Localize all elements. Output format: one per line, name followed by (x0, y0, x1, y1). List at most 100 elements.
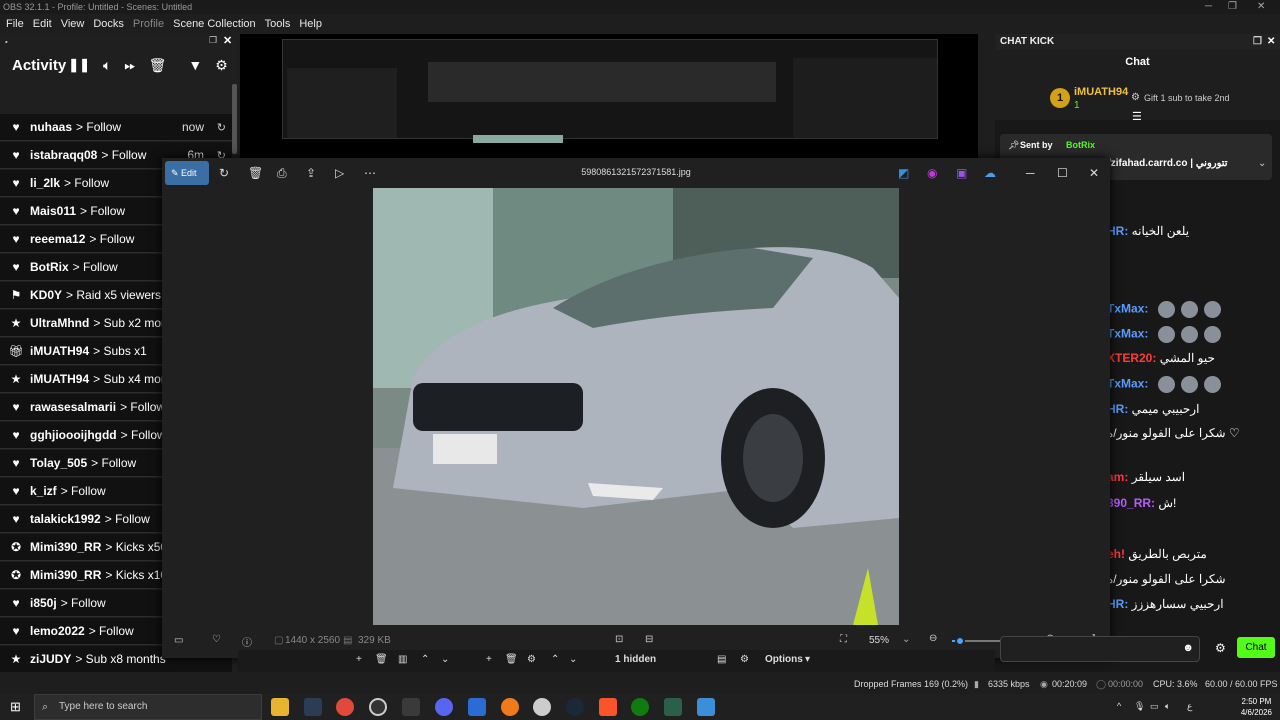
network-icon[interactable]: ▭ (1150, 701, 1159, 712)
chat-username[interactable]: TxMax: (1107, 302, 1148, 316)
filter-icon[interactable]: ▼ (188, 57, 202, 73)
chat-text: ارحبيبي ميمي (1131, 402, 1200, 416)
microphone-icon[interactable]: 🎙︎ (1134, 701, 1145, 712)
clipchamp-icon[interactable]: ▣ (956, 166, 967, 180)
copilot-icon[interactable]: ◉ (927, 166, 937, 180)
options-button[interactable]: Options (765, 654, 803, 665)
mixer-icon[interactable]: ▤ (717, 654, 726, 665)
gifter-name[interactable]: iMUATH94 (1074, 86, 1128, 98)
actual-size-icon[interactable]: ⊡ (615, 634, 623, 645)
replay-icon[interactable]: ↻ (217, 121, 226, 134)
down-icon[interactable]: ⌄ (441, 654, 449, 665)
tray-chevron-icon[interactable]: ^ (1117, 701, 1121, 711)
windows-start-icon[interactable]: ⊞ (10, 699, 21, 715)
chevron-down-icon[interactable]: ⌄ (1258, 158, 1266, 169)
maximize-icon[interactable]: ❐ (1228, 0, 1237, 14)
steam-icon[interactable] (566, 698, 584, 716)
chat-send-button[interactable]: Chat (1237, 637, 1275, 658)
close-icon[interactable]: ✕ (1257, 0, 1265, 14)
menu-scene-collection[interactable]: Scene Collection (173, 18, 256, 30)
chat-message: HR: ارحبيبي ميمي (1107, 402, 1199, 416)
close-dock-icon[interactable]: ✕ (1267, 34, 1275, 50)
menu-icon[interactable]: ☰ (1132, 110, 1142, 123)
trash-icon[interactable]: 🗑︎ (149, 57, 167, 74)
down-icon[interactable]: ⌄ (569, 654, 577, 665)
dock-grip-icon[interactable]: 𝅘 (5, 35, 8, 46)
menu-view[interactable]: View (61, 18, 85, 30)
car-photo[interactable] (373, 188, 899, 625)
visual-search-icon[interactable]: ⊟ (645, 634, 653, 645)
app-icon[interactable] (664, 698, 682, 716)
close-icon[interactable]: ✕ (1089, 166, 1099, 180)
fit-icon[interactable]: ⛶ (840, 634, 847, 645)
settings-icon[interactable]: ⚙︎ (740, 654, 749, 665)
emoji-icon[interactable]: ☻ (1182, 642, 1194, 654)
app-icon[interactable] (304, 698, 322, 716)
remove-icon[interactable]: 🗑︎ (375, 654, 388, 665)
menu-docks[interactable]: Docks (93, 18, 124, 30)
zoom-out-icon[interactable]: ⊖ (929, 633, 937, 644)
filter-icon[interactable]: ▥ (398, 654, 407, 665)
up-icon[interactable]: ⌃ (421, 654, 429, 665)
gear-icon[interactable]: ⚙︎ (527, 654, 536, 665)
add-icon[interactable]: + (486, 654, 492, 665)
menu-profile[interactable]: Profile (133, 18, 164, 30)
brave-icon[interactable] (599, 698, 617, 716)
skip-icon[interactable]: ⏩︎ (124, 57, 135, 74)
activity-item[interactable]: ♥ nuhaas > Follow now ↻ (0, 114, 232, 141)
taskbar-clock[interactable]: 2:50 PM 4/6/2026 (1241, 696, 1272, 718)
chat-settings-icon[interactable]: ⚙︎ (1215, 641, 1226, 655)
app-icon[interactable] (533, 698, 551, 716)
taskbar-search[interactable]: ⌕ Type here to search (34, 694, 262, 720)
chat-username[interactable]: HR: (1107, 402, 1128, 416)
gift-cta[interactable]: Gift 1 sub to take 2nd (1144, 93, 1230, 103)
photos-icon[interactable]: ◩ (898, 166, 909, 180)
gear-icon[interactable]: ⚙︎ (215, 57, 228, 74)
xbox-icon[interactable] (631, 698, 649, 716)
favorite-icon[interactable]: ♡ (212, 634, 221, 645)
minimize-icon[interactable]: ─ (1026, 166, 1035, 180)
float-icon[interactable]: ❐ (1253, 34, 1262, 50)
menu-help[interactable]: Help (299, 18, 322, 30)
obs-icon[interactable] (369, 698, 387, 716)
chat-username[interactable]: HR: (1107, 224, 1128, 238)
chat-username[interactable]: 390_RR: (1107, 496, 1155, 510)
chrome-icon[interactable] (336, 698, 354, 716)
photos-icon[interactable] (697, 698, 715, 716)
chevron-down-icon[interactable]: ⌄ (902, 634, 910, 645)
menu-tools[interactable]: Tools (265, 18, 291, 30)
chat-input[interactable]: ☻ (1000, 636, 1200, 662)
remove-icon[interactable]: 🗑︎ (505, 654, 518, 665)
chat-username[interactable]: am: (1107, 470, 1128, 484)
menu-edit[interactable]: Edit (33, 18, 52, 30)
add-icon[interactable]: + (356, 654, 362, 665)
float-icon[interactable]: ❐ (209, 35, 217, 46)
file-explorer-icon[interactable] (271, 698, 289, 716)
maximize-icon[interactable]: ☐ (1057, 166, 1068, 180)
minimize-icon[interactable]: ─ (1205, 0, 1212, 14)
onedrive-icon[interactable]: ☁︎ (984, 166, 996, 180)
heart-icon: ♥ (12, 596, 20, 610)
chat-username[interactable]: XTER20: (1107, 351, 1156, 365)
word-icon[interactable] (468, 698, 486, 716)
chat-username[interactable]: TxMax: (1107, 327, 1148, 341)
menu-file[interactable]: File (6, 18, 24, 30)
chevron-down-icon[interactable]: ▾ (805, 654, 810, 665)
chat-username[interactable]: TxMax: (1107, 377, 1148, 391)
info-icon[interactable]: ⓘ (242, 634, 252, 649)
up-icon[interactable]: ⌃ (551, 654, 559, 665)
scrollbar[interactable] (232, 84, 237, 154)
app-icon[interactable] (402, 698, 420, 716)
discord-icon[interactable] (435, 698, 453, 716)
pause-icon[interactable]: ❚❚ (68, 57, 90, 73)
volume-icon[interactable]: 🔈︎ (103, 57, 111, 74)
language-indicator[interactable]: ع (1187, 701, 1192, 712)
filmstrip-icon[interactable]: ▭ (174, 635, 183, 646)
zoom-slider-thumb[interactable] (955, 636, 966, 646)
chat-username[interactable]: HR: (1107, 597, 1128, 611)
volume-icon[interactable]: 🔈︎ (1165, 701, 1170, 712)
zoom-value[interactable]: 55% (869, 635, 889, 646)
preview-canvas[interactable] (240, 34, 978, 160)
close-dock-icon[interactable]: ✕ (223, 34, 232, 47)
firefox-icon[interactable] (501, 698, 519, 716)
